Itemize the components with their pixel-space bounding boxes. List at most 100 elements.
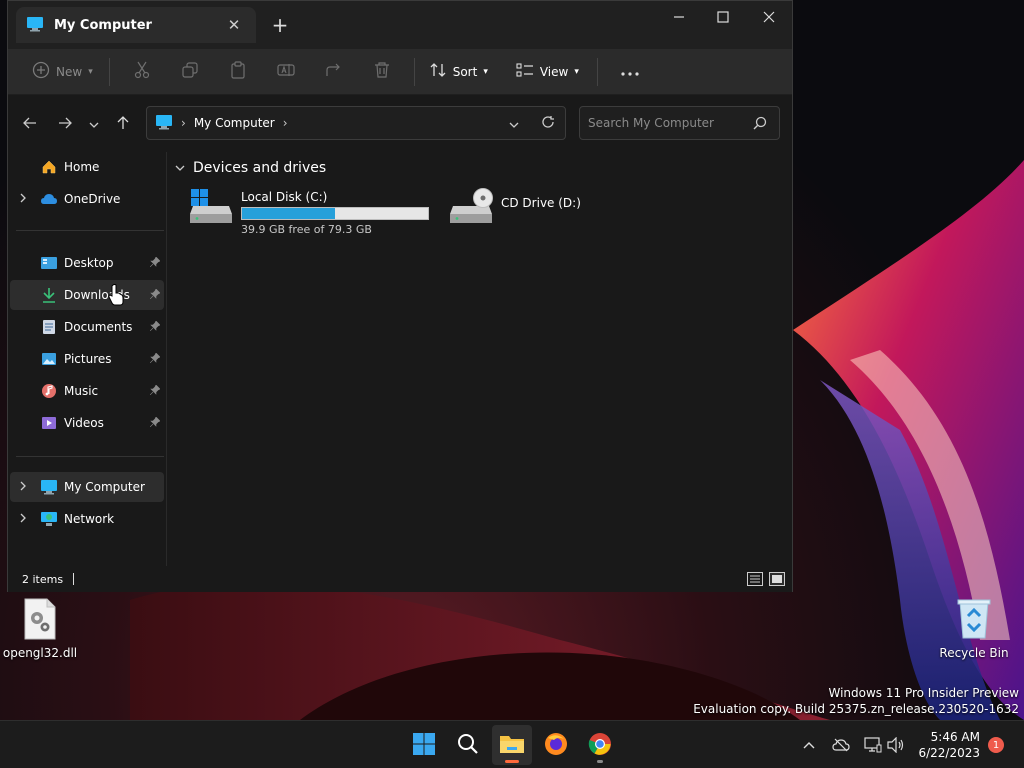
clipboard-icon xyxy=(230,61,246,82)
back-button[interactable] xyxy=(14,108,46,140)
drive-local-disk-c[interactable]: Local Disk (C:) 39.9 GB free of 79.3 GB xyxy=(189,188,429,236)
pin-icon xyxy=(149,287,161,302)
search-box[interactable] xyxy=(579,106,780,140)
network-icon xyxy=(40,510,58,528)
chevron-down-icon: ▾ xyxy=(88,66,93,77)
sidebar-item-network[interactable]: Network xyxy=(10,504,164,534)
sidebar-item-label: My Computer xyxy=(64,480,145,494)
search-icon xyxy=(457,733,479,758)
new-label: New xyxy=(56,64,83,79)
title-bar[interactable]: My Computer ✕ + xyxy=(8,1,792,49)
address-bar[interactable]: › My Computer › xyxy=(146,106,566,140)
desktop-icon-recycle-bin[interactable]: Recycle Bin xyxy=(934,598,1014,660)
chevron-down-icon xyxy=(89,117,99,131)
show-hidden-icons-button[interactable] xyxy=(797,733,821,757)
more-options-button[interactable] xyxy=(606,56,654,88)
toolbar-separator xyxy=(596,57,598,86)
chevron-right-icon[interactable]: › xyxy=(283,116,288,130)
file-explorer-taskbar-button[interactable] xyxy=(492,725,532,765)
tab-close-icon[interactable]: ✕ xyxy=(222,13,246,37)
paste-button[interactable] xyxy=(214,56,262,88)
toolbar-separator xyxy=(108,57,110,86)
navigation-bar: › My Computer › xyxy=(8,96,792,152)
tab-title: My Computer xyxy=(54,17,152,33)
breadcrumb-my-computer[interactable]: My Computer xyxy=(194,116,275,130)
view-list-icon xyxy=(516,63,534,80)
share-button[interactable] xyxy=(310,56,358,88)
new-button[interactable]: New ▾ xyxy=(26,56,99,88)
navigation-pane: Home OneDrive Desktop Downloads Document… xyxy=(8,152,166,566)
forward-button[interactable] xyxy=(49,108,81,140)
active-indicator xyxy=(505,760,519,763)
up-button[interactable] xyxy=(107,108,139,140)
tab-my-computer[interactable]: My Computer ✕ xyxy=(16,7,256,43)
speaker-icon xyxy=(887,737,904,753)
drive-cd-d[interactable]: CD Drive (D:) xyxy=(449,188,581,227)
chevron-down-icon xyxy=(509,122,519,128)
pin-icon xyxy=(149,255,161,270)
tiles-view-button[interactable] xyxy=(769,572,785,586)
computer-icon xyxy=(155,114,173,133)
music-icon xyxy=(40,382,58,400)
group-header-devices[interactable]: Devices and drives xyxy=(175,160,326,176)
refresh-button[interactable] xyxy=(541,115,555,132)
drive-name: CD Drive (D:) xyxy=(501,196,581,210)
network-status-button[interactable] xyxy=(861,733,885,757)
chevron-right-icon[interactable] xyxy=(20,513,27,526)
desktop-icon-opengl[interactable]: opengl32.dll xyxy=(0,598,80,660)
minimize-button[interactable] xyxy=(656,1,702,33)
chevron-down-icon: ▾ xyxy=(574,66,579,77)
copy-button[interactable] xyxy=(166,56,214,88)
group-title: Devices and drives xyxy=(193,160,327,176)
view-label: View xyxy=(539,64,569,79)
search-input[interactable] xyxy=(588,116,748,130)
chevron-down-icon: ▾ xyxy=(483,66,488,77)
sidebar-item-label: OneDrive xyxy=(64,192,121,206)
copy-icon xyxy=(182,62,198,81)
notification-badge[interactable]: 1 xyxy=(988,737,1004,753)
pin-icon xyxy=(149,415,161,430)
address-history-button[interactable] xyxy=(509,117,519,131)
sidebar-item-label: Home xyxy=(64,160,100,174)
rename-button[interactable] xyxy=(262,56,310,88)
computer-icon xyxy=(40,478,58,496)
chevron-right-icon[interactable] xyxy=(20,193,27,206)
maximize-button[interactable] xyxy=(700,1,746,33)
trash-icon xyxy=(374,61,390,82)
sidebar-divider xyxy=(16,230,164,231)
watermark-line-1: Windows 11 Pro Insider Preview xyxy=(828,686,1019,700)
close-window-button[interactable] xyxy=(746,1,792,33)
firefox-taskbar-button[interactable] xyxy=(536,725,576,765)
desktop-icon xyxy=(40,254,58,272)
document-icon xyxy=(40,318,58,336)
desktop-icon-label: Recycle Bin xyxy=(939,646,1009,660)
sidebar-item-home[interactable]: Home xyxy=(10,152,164,182)
volume-button[interactable] xyxy=(884,733,908,757)
sidebar-item-music[interactable]: Music xyxy=(10,376,164,406)
onedrive-offline-button[interactable] xyxy=(829,733,853,757)
details-view-button[interactable] xyxy=(747,572,763,586)
new-tab-button[interactable]: + xyxy=(266,13,294,37)
delete-button[interactable] xyxy=(358,56,406,88)
cut-button[interactable] xyxy=(118,56,166,88)
sidebar-item-onedrive[interactable]: OneDrive xyxy=(10,184,164,214)
sidebar-item-documents[interactable]: Documents xyxy=(10,312,164,342)
sidebar-item-pictures[interactable]: Pictures xyxy=(10,344,164,374)
sidebar-item-my-computer[interactable]: My Computer xyxy=(10,472,164,502)
search-icon[interactable] xyxy=(753,116,767,133)
sidebar-item-downloads[interactable]: Downloads xyxy=(10,280,164,310)
recent-locations-button[interactable] xyxy=(81,108,107,140)
sidebar-item-videos[interactable]: Videos xyxy=(10,408,164,438)
sidebar-item-desktop[interactable]: Desktop xyxy=(10,248,164,278)
search-taskbar-button[interactable] xyxy=(448,725,488,765)
view-button[interactable]: View ▾ xyxy=(510,56,585,88)
clock-time: 5:46 AM xyxy=(930,730,980,744)
windows-watermark: Windows 11 Pro Insider Preview Evaluatio… xyxy=(693,685,1019,717)
clock[interactable]: 5:46 AM 6/22/2023 xyxy=(918,729,980,761)
start-button[interactable] xyxy=(404,725,444,765)
chevron-right-icon[interactable] xyxy=(20,481,27,494)
sort-button[interactable]: Sort ▾ xyxy=(423,56,494,88)
chrome-taskbar-button[interactable] xyxy=(580,725,620,765)
pin-icon xyxy=(149,383,161,398)
chevron-right-icon: › xyxy=(181,116,186,130)
